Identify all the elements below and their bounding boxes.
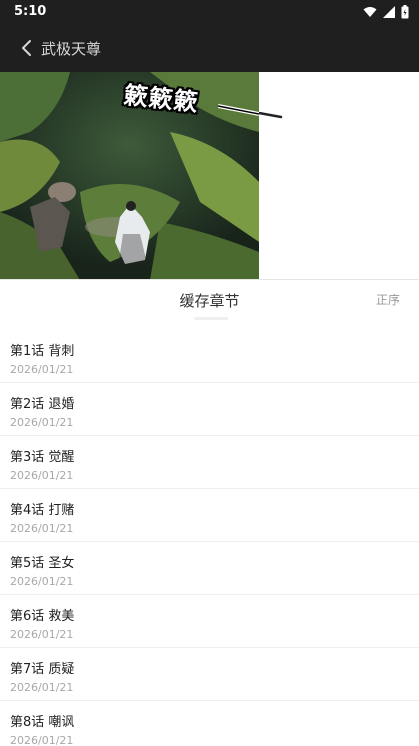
chevron-left-icon: [22, 40, 31, 56]
status-icons: [363, 5, 409, 19]
chapter-date: 2026/01/21: [10, 575, 74, 588]
chapter-name: 第2话 退婚: [10, 397, 75, 412]
chapter-item[interactable]: 第2话 退婚 2026/01/21: [0, 383, 419, 436]
chapter-name: 第8话 嘲讽: [10, 715, 75, 730]
chapter-name: 第3话 觉醒: [10, 450, 75, 465]
chapter-date: 2026/01/21: [10, 522, 74, 535]
chapter-date: 2026/01/21: [10, 469, 74, 482]
chapter-name: 第4话 打赌: [10, 503, 75, 518]
chapter-item[interactable]: 第3话 觉醒 2026/01/21: [0, 436, 419, 489]
sort-order-button[interactable]: 正序: [376, 291, 400, 308]
page-title: 武极天尊: [41, 40, 102, 58]
chapter-date: 2026/01/21: [10, 734, 74, 746]
video-frame[interactable]: 簌簌簌: [0, 72, 259, 280]
app-bar: 武极天尊: [0, 24, 419, 72]
drag-handle: [194, 317, 228, 320]
speech-line: [218, 104, 259, 116]
chapter-item[interactable]: 第7话 质疑 2026/01/21: [0, 648, 419, 701]
speech-line-tail: [259, 112, 283, 119]
chapter-item[interactable]: 第4话 打赌 2026/01/21: [0, 489, 419, 542]
signal-icon: [383, 6, 395, 18]
chapter-name: 第5话 圣女: [10, 556, 75, 571]
battery-icon: [401, 5, 409, 19]
back-button[interactable]: [14, 36, 38, 60]
chapter-item[interactable]: 第1话 背刺 2026/01/21: [0, 330, 419, 383]
chapter-name: 第7话 质疑: [10, 662, 75, 677]
chapter-date: 2026/01/21: [10, 363, 74, 376]
chapter-item[interactable]: 第5话 圣女 2026/01/21: [0, 542, 419, 595]
chapter-name: 第6话 救美: [10, 609, 75, 624]
wifi-icon: [363, 7, 377, 17]
cached-chapters-header: 缓存章节 正序: [0, 280, 419, 324]
chapter-item[interactable]: 第8话 嘲讽 2026/01/21: [0, 701, 419, 746]
chapter-name: 第1话 背刺: [10, 344, 75, 359]
chapter-date: 2026/01/21: [10, 681, 74, 694]
section-title: 缓存章节: [179, 292, 240, 310]
chapter-list: 第1话 背刺 2026/01/21 第2话 退婚 2026/01/21 第3话 …: [0, 330, 419, 746]
chapter-date: 2026/01/21: [10, 628, 74, 641]
chapter-item[interactable]: 第6话 救美 2026/01/21: [0, 595, 419, 648]
status-time: 5:10: [14, 4, 47, 19]
chapter-date: 2026/01/21: [10, 416, 74, 429]
status-bar: 5:10: [0, 0, 419, 24]
video-player[interactable]: 簌簌簌: [0, 72, 419, 280]
